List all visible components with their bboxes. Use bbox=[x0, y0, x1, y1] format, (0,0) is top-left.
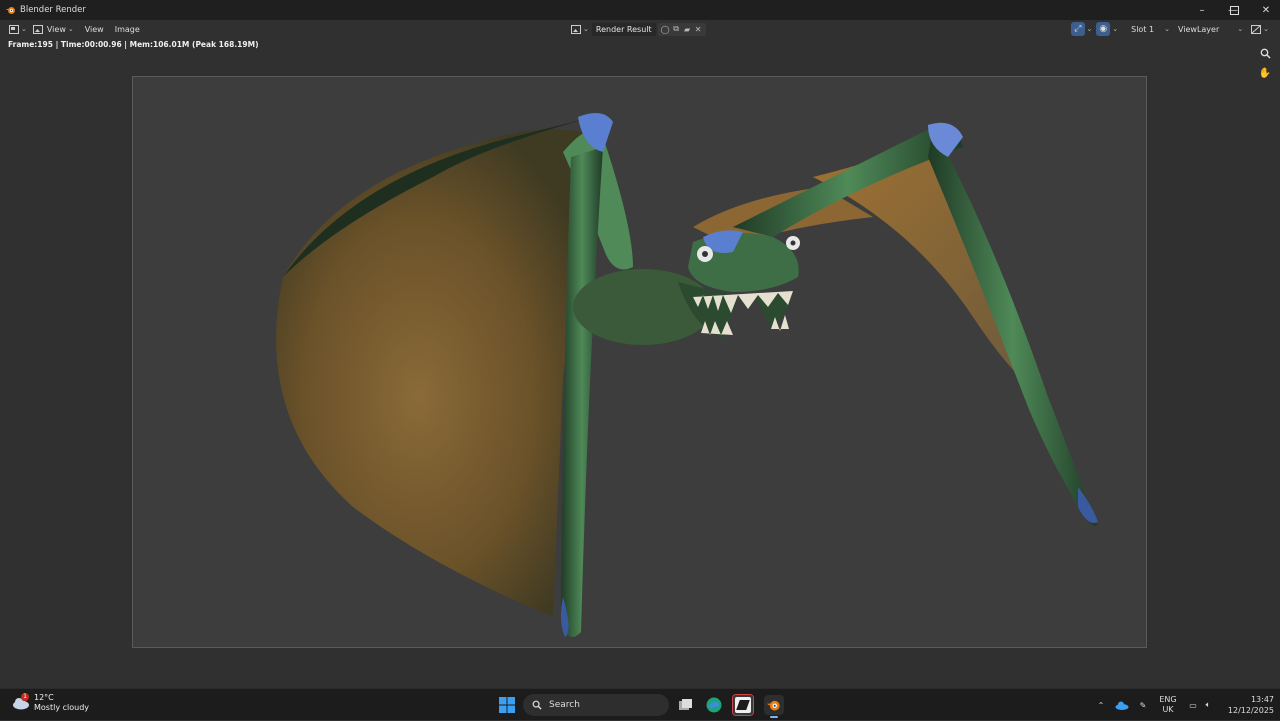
chevron-down-icon: ⌄ bbox=[583, 25, 589, 33]
maximize-button[interactable] bbox=[1218, 0, 1250, 20]
header-right-controls: ⤢ ⌄ ◉ ⌄ Slot 1 ⌄ ViewLayer ⌄ ⌄ bbox=[1071, 22, 1272, 36]
view-mode-label: View bbox=[46, 24, 66, 34]
gizmo-toggle[interactable]: ⤢ bbox=[1071, 22, 1085, 36]
chevron-down-icon[interactable]: ⌄ bbox=[1112, 25, 1118, 33]
windows-taskbar: 1 12°C Mostly cloudy Search ⌃ ✎ ENG UK ▭… bbox=[0, 688, 1280, 720]
image-icon bbox=[571, 24, 581, 34]
browse-image-button[interactable]: ⌄ bbox=[568, 22, 592, 36]
blender-logo-icon bbox=[6, 7, 15, 14]
lang-line1: ENG bbox=[1159, 695, 1177, 704]
display-icon bbox=[1251, 24, 1262, 34]
duplicate-icon[interactable]: ⧉ bbox=[671, 24, 682, 34]
app-icon[interactable] bbox=[732, 694, 754, 716]
hand-icon[interactable]: ✋ bbox=[1258, 66, 1272, 80]
shield-icon[interactable]: ◯ bbox=[660, 25, 671, 34]
windows-start-icon[interactable] bbox=[497, 695, 517, 715]
clock[interactable]: 13:47 12/12/2025 bbox=[1222, 689, 1274, 721]
edge-icon[interactable] bbox=[704, 695, 724, 715]
search-icon bbox=[532, 700, 542, 710]
zoom-icon[interactable] bbox=[1258, 46, 1272, 60]
gizmo-icon: ⤢ bbox=[1074, 24, 1082, 34]
weather-widget[interactable]: 1 12°C Mostly cloudy bbox=[12, 693, 89, 713]
window-title: Blender Render bbox=[20, 5, 86, 15]
slot-dropdown[interactable]: Slot 1 ⌄ bbox=[1128, 22, 1173, 36]
overlay-icon: ◉ bbox=[1099, 24, 1108, 34]
menu-view[interactable]: View bbox=[85, 25, 104, 34]
chevron-down-icon: ⌄ bbox=[1237, 25, 1244, 33]
task-view-icon[interactable] bbox=[676, 695, 696, 715]
editor-type-button[interactable]: ⌄ bbox=[6, 22, 30, 36]
image-name-field[interactable]: Render Result bbox=[591, 22, 656, 36]
close-icon[interactable]: ✕ bbox=[693, 25, 704, 34]
lang-line2: UK bbox=[1162, 705, 1174, 714]
clock-time: 13:47 bbox=[1250, 695, 1274, 704]
chevron-down-icon: ⌄ bbox=[67, 25, 74, 33]
view-layer-dropdown[interactable]: ViewLayer ⌄ bbox=[1175, 22, 1246, 36]
image-icon bbox=[32, 24, 43, 34]
chevron-down-icon: ⌄ bbox=[1164, 25, 1170, 33]
chevron-down-icon: ⌄ bbox=[1263, 25, 1269, 33]
overlay-toggle[interactable]: ◉ bbox=[1096, 22, 1111, 36]
menu-image[interactable]: Image bbox=[115, 25, 140, 34]
search-label: Search bbox=[549, 700, 580, 710]
clock-date: 12/12/2025 bbox=[1227, 706, 1274, 715]
slot-label: Slot 1 bbox=[1131, 24, 1155, 34]
chevron-up-icon[interactable]: ⌃ bbox=[1094, 689, 1108, 721]
chevron-down-icon: ⌄ bbox=[21, 25, 27, 33]
view-layer-label: ViewLayer bbox=[1177, 24, 1220, 34]
render-result-image bbox=[132, 76, 1147, 648]
weather-badge: 1 bbox=[21, 693, 29, 701]
chevron-down-icon[interactable]: ⌄ bbox=[1087, 25, 1093, 33]
editor-type-icon bbox=[9, 24, 19, 34]
pen-icon[interactable]: ✎ bbox=[1136, 689, 1150, 721]
title-bar: Blender Render — ✕ – bbox=[0, 0, 1280, 20]
display-channels-button[interactable]: ⌄ bbox=[1248, 22, 1272, 36]
dragon-render-illustration bbox=[276, 113, 1098, 637]
weather-temp: 12°C bbox=[34, 693, 54, 702]
image-selector: ⌄ Render Result ◯ ⧉ ▰ ✕ bbox=[568, 22, 706, 36]
onedrive-icon[interactable] bbox=[1114, 689, 1130, 721]
folder-icon[interactable]: ▰ bbox=[682, 25, 693, 34]
monitor-icon[interactable]: ▭ bbox=[1186, 689, 1200, 721]
close-window-button[interactable]: ✕ bbox=[1250, 0, 1280, 20]
blender-icon[interactable] bbox=[764, 695, 784, 718]
speaker-icon[interactable]: 🔈︎ bbox=[1201, 689, 1215, 721]
view-mode-button[interactable]: View ⌄ bbox=[30, 22, 77, 36]
minimize-window-button[interactable]: – bbox=[1186, 0, 1218, 20]
render-status: Frame:195 | Time:00:00.96 | Mem:106.01M … bbox=[8, 40, 259, 49]
taskbar-search[interactable]: Search bbox=[523, 694, 669, 716]
image-name: Render Result bbox=[595, 24, 652, 34]
language-indicator[interactable]: ENG UK bbox=[1156, 689, 1180, 721]
weather-desc: Mostly cloudy bbox=[34, 703, 89, 712]
